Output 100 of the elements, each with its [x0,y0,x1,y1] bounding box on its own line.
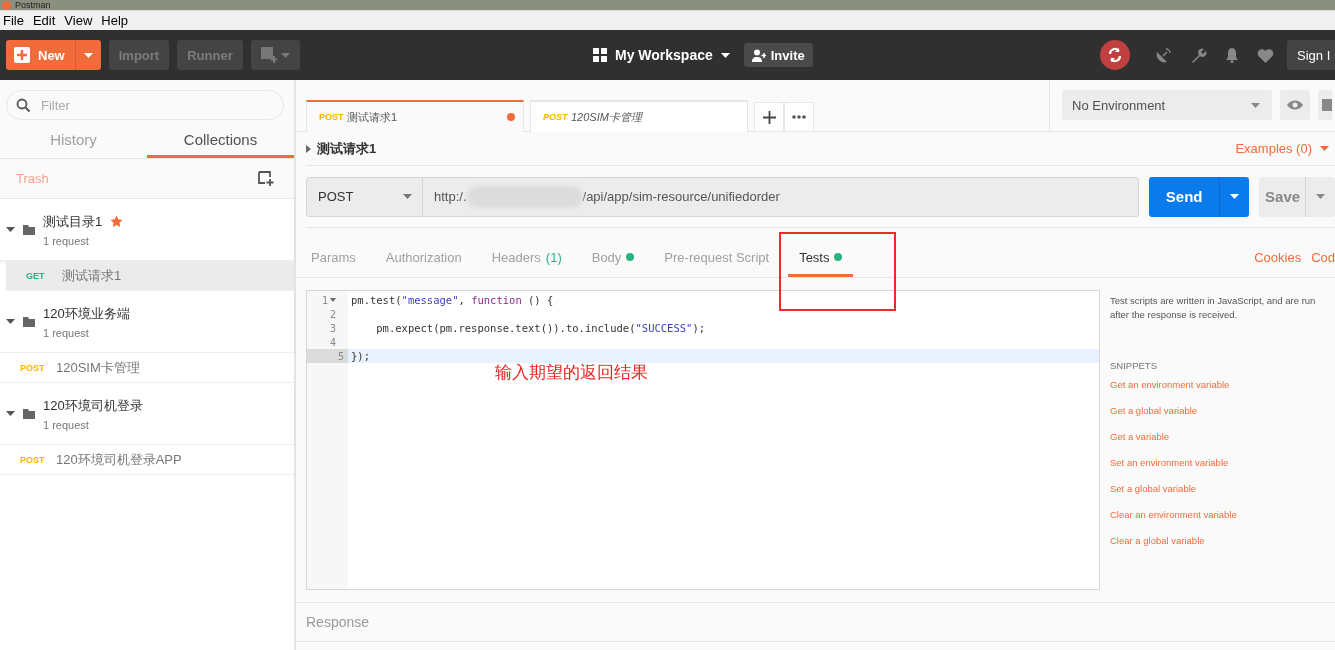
environment-quick-look-button[interactable] [1280,90,1310,120]
snippet-link[interactable]: Get a variable [1110,431,1335,442]
code-line: pm.expect(pm.response.text()).to.include("SUCCESS"); [375,321,707,335]
environment-dropdown[interactable]: No Environment [1062,90,1272,120]
snippet-link[interactable]: Set an environment variable [1110,457,1335,468]
caret-icon [720,52,730,58]
search-icon [16,98,30,112]
new-tab-button[interactable] [754,102,784,132]
import-button[interactable]: Import [108,40,170,70]
more-icon [792,115,806,119]
eye-icon [1287,100,1303,110]
snippet-link[interactable]: Clear an environment variable [1110,509,1335,520]
runner-button[interactable]: Runner [177,40,243,70]
snippet-link[interactable]: Clear a global variable [1110,535,1335,546]
collection-name: 测试目录1 [43,212,103,231]
expanded-caret-icon [6,319,15,324]
section-link[interactable]: Cookies [1254,249,1302,265]
section-tab[interactable]: Tests [784,237,858,277]
section-tab[interactable]: Params [296,237,371,277]
collection-item[interactable]: 测试目录1 1 request [0,199,294,261]
caret-icon [83,52,93,58]
line-number: 4 [328,335,337,349]
request-name: 120SIM卡管理 [56,358,140,377]
line-number: 5 [307,349,348,363]
code-editor[interactable]: 1 2 3 4 5 pm.test("message", function () { pm.expect(pm.response.text()).to.include("SUCCESS"); }); 输入期望的返回结果 [306,290,1100,590]
request-title[interactable]: 测试请求1 [306,139,377,158]
request-count: 1 request [43,418,90,431]
snippet-link[interactable]: Set a global variable [1110,483,1335,494]
filter-field[interactable]: Filter [6,90,284,120]
send-button[interactable]: Send [1149,176,1220,217]
request-tab[interactable]: POST 测试请求1 [306,100,524,132]
bell-icon [1225,47,1239,63]
collection-name: 120环境业务端 [43,304,130,323]
sign-in-button[interactable]: Sign I [1287,40,1335,70]
snippet-link[interactable]: Get an environment variable [1110,379,1335,390]
satellite-dish-icon [1155,46,1172,64]
folder-icon [23,408,35,419]
heart-icon [1257,47,1274,63]
caret-icon [1251,102,1260,108]
request-tab[interactable]: POST 120SIM卡管理 [530,100,748,132]
request-count: 1 request [43,234,90,247]
line-number: 1 [307,293,348,307]
invite-button[interactable]: Invite [743,43,813,67]
section-tab[interactable]: Body [576,237,650,277]
method-label: GET [26,270,46,281]
snippet-link[interactable]: Get a global variable [1110,405,1335,416]
line-number: 2 [328,307,337,321]
collapsed-caret-icon [306,144,311,153]
sidebar-tab[interactable]: History [0,120,147,158]
new-collection-icon[interactable] [258,171,274,186]
window-title: Postman [15,0,51,10]
request-count: 1 request [43,326,90,339]
collection-item[interactable]: 120环境业务端 1 request [0,291,294,353]
caret-icon [280,52,290,58]
response-label: Response [306,614,370,630]
collection-item[interactable]: 120环境司机登录 1 request [0,383,294,445]
wrench-icon [1190,46,1207,64]
save-button[interactable]: Save [1259,176,1306,217]
menu-item[interactable]: File [0,13,30,28]
snippets-description: Test scripts are written in JavaScript, and are run after the response is received. [1110,294,1317,322]
examples-dropdown[interactable]: Examples (0) [1235,141,1329,156]
fold-caret-icon[interactable] [330,298,336,302]
grid-icon [592,48,607,62]
tab-title: 120SIM卡管理 [571,109,644,125]
section-tab[interactable]: Authorization [370,237,477,277]
expanded-caret-icon [6,411,15,416]
annotation-text: 输入期望的返回结果 [495,362,648,384]
app-logo-icon [2,0,11,10]
folder-icon [23,316,35,327]
new-button[interactable]: New [6,40,101,70]
line-number: 3 [328,321,337,335]
caret-icon [1316,194,1326,199]
sync-icon [1107,47,1123,63]
add-window-icon [260,47,277,63]
section-tab[interactable]: Pre-request Script [649,237,785,277]
caret-icon [1230,194,1240,199]
section-link[interactable]: Cod [1311,249,1335,265]
menu-item[interactable]: Help [98,13,135,28]
new-window-button[interactable] [250,40,300,70]
request-item[interactable]: GET 测试请求1 [6,261,294,291]
menu-item[interactable]: Edit [29,13,62,28]
plus-icon [762,110,776,124]
expanded-caret-icon [6,227,15,232]
sync-button[interactable] [1100,40,1130,70]
snippets-heading: SNIPPETS [1110,360,1158,371]
tab-title: 测试请求1 [347,109,399,125]
send-options-button[interactable] [1219,176,1250,217]
plus-icon [14,47,30,63]
manage-environments-button[interactable] [1318,90,1332,120]
collection-name: 120环境司机登录 [43,396,143,415]
folder-icon [23,224,35,235]
workspace-selector[interactable]: My Workspace [586,46,736,64]
section-tab[interactable]: Headers (1) [476,237,577,277]
menu-item[interactable]: View [61,13,99,28]
code-line: pm.test("message", function () { [350,293,555,307]
user-plus-icon [751,48,766,62]
response-panel[interactable]: Response [296,602,1335,642]
request-name: 测试请求1 [62,266,122,285]
caret-icon [1320,146,1329,151]
request-name: 120环境司机登录APP [56,450,182,469]
